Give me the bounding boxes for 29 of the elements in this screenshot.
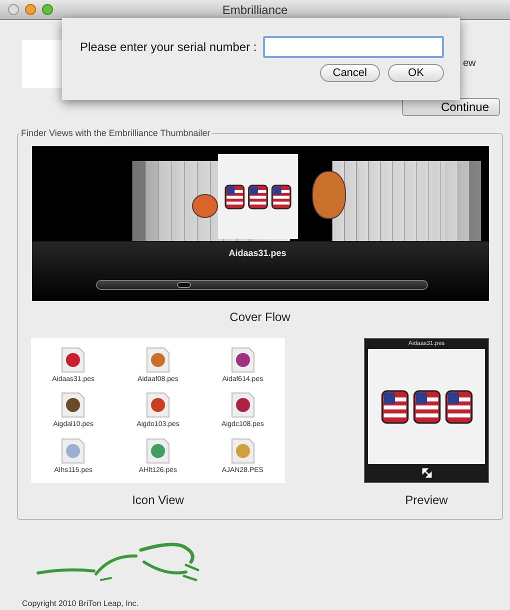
scroll-bar[interactable] — [96, 280, 428, 290]
file-thumbnail-icon[interactable] — [230, 346, 255, 373]
file-thumbnail-icon[interactable] — [146, 346, 170, 373]
file-thumbnail-icon[interactable] — [230, 392, 255, 418]
serial-number-field[interactable] — [262, 36, 444, 58]
usa-flag-drawing — [222, 182, 292, 210]
zoom-icon[interactable] — [42, 4, 53, 15]
icon-view-caption: Icon View — [132, 493, 184, 507]
cover-flow-caption: Cover Flow — [230, 310, 290, 324]
minimize-icon[interactable] — [25, 4, 36, 15]
window-title: Embrilliance — [222, 2, 288, 16]
preview-caption: Preview — [405, 493, 448, 507]
file-thumbnail-icon[interactable] — [61, 346, 86, 373]
description-text: ew — [463, 58, 476, 69]
file-thumbnail-icon[interactable] — [61, 392, 86, 418]
file-name: Aidaas31.pes — [228, 248, 288, 258]
file-thumbnail-icon[interactable] — [61, 438, 86, 464]
group-title: Finder Views with the Embrilliance Thumbnailer — [20, 128, 212, 138]
continue-button[interactable]: Continue — [402, 98, 500, 116]
copyright-text: Copyright 2010 BriTon Leap, Inc. — [22, 599, 139, 608]
file-thumbnail-icon[interactable] — [146, 438, 170, 464]
file-thumbnail-icon[interactable] — [230, 438, 255, 464]
ok-button[interactable]: OK — [388, 64, 444, 82]
serial-number-label: Please enter your serial number : — [80, 40, 257, 54]
scroll-thumb[interactable] — [176, 282, 190, 288]
file-thumbnail-icon[interactable] — [146, 392, 170, 418]
cancel-button[interactable]: Cancel — [320, 64, 380, 82]
fullscreen-icon[interactable] — [422, 468, 432, 478]
close-icon[interactable] — [8, 4, 19, 15]
